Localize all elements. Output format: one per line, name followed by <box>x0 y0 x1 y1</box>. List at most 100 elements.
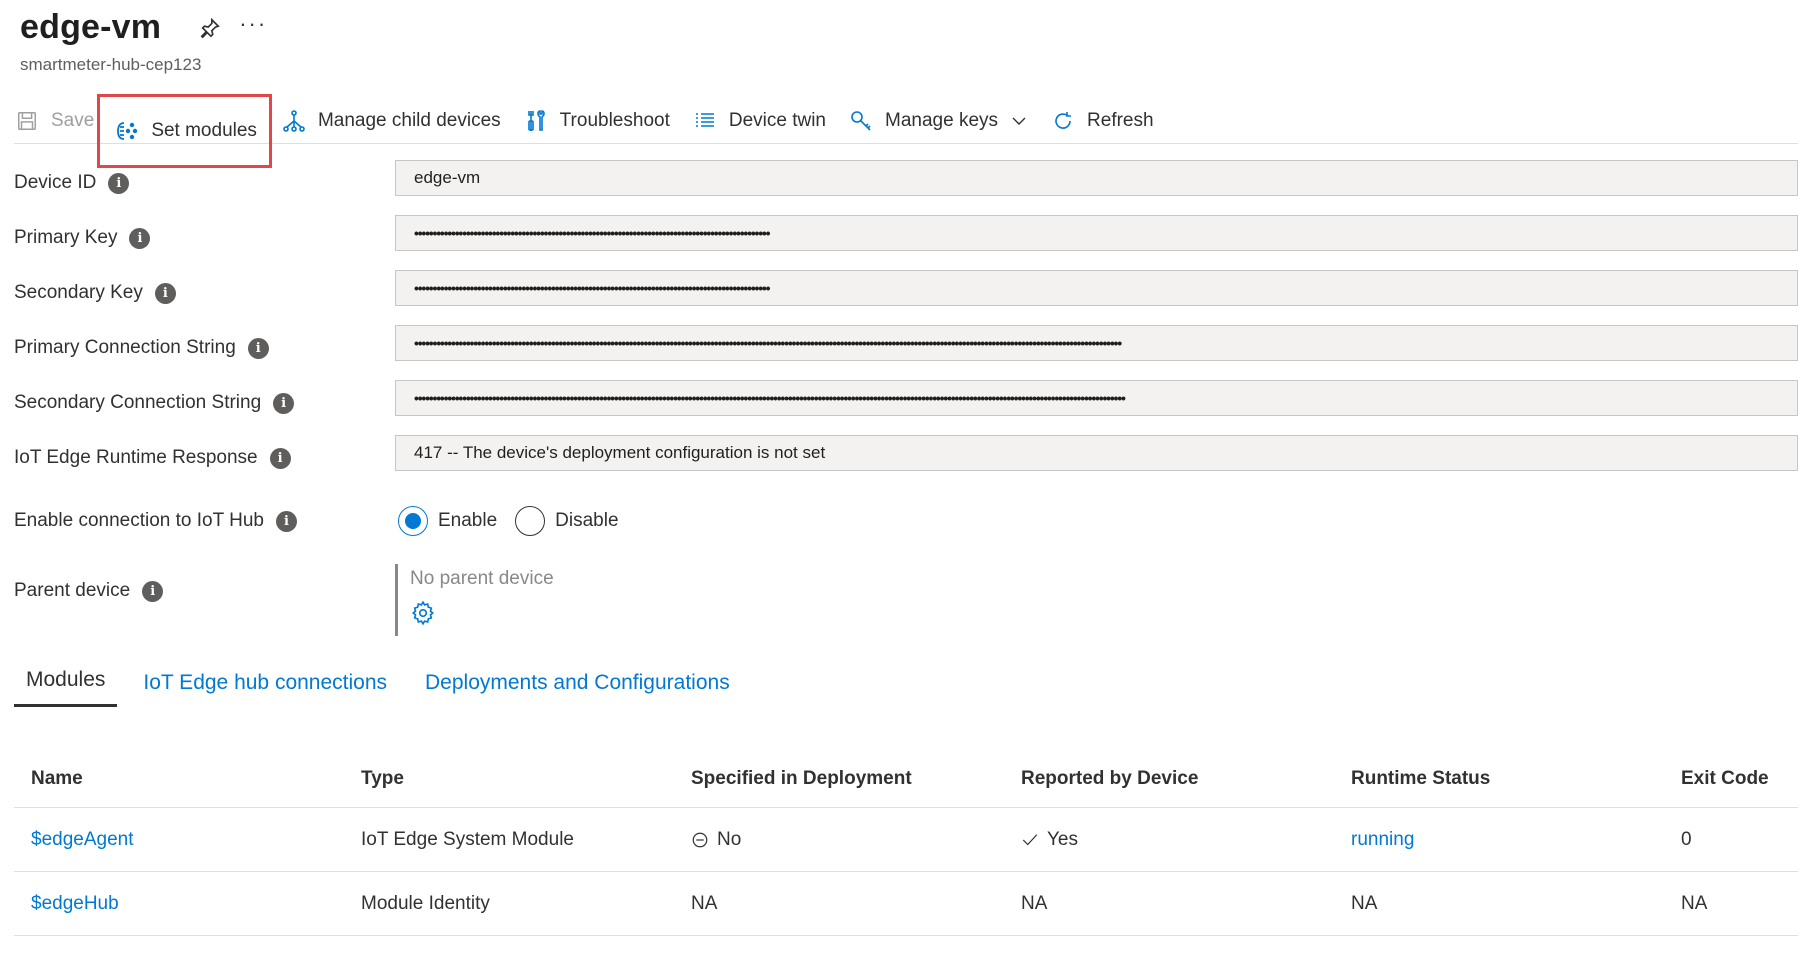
parent-device-box: No parent device <box>395 564 554 636</box>
secondary-connection-string-row: Secondary Connection String i •••••••••••… <box>14 380 1798 435</box>
manage-keys-button[interactable]: Manage keys <box>848 101 1028 141</box>
runtime-response-field[interactable]: 417 -- The device's deployment configura… <box>395 435 1798 471</box>
module-type: Module Identity <box>361 892 490 914</box>
tab-deployments-and-configurations[interactable]: Deployments and Configurations <box>413 671 742 707</box>
info-icon[interactable]: i <box>247 337 269 359</box>
enable-connection-radio-group: Enable Disable <box>398 506 637 536</box>
refresh-icon <box>1050 108 1076 134</box>
device-id-field[interactable]: edge-vm <box>395 160 1798 196</box>
device-id-label: Device ID i <box>14 172 130 194</box>
device-id-row: Device ID i edge-vm <box>14 160 1798 215</box>
column-header-name[interactable]: Name <box>14 768 344 790</box>
secondary-key-label: Secondary Key i <box>14 282 176 304</box>
refresh-button[interactable]: Refresh <box>1050 101 1154 141</box>
info-icon[interactable]: i <box>273 392 295 414</box>
specified-in-deployment: NA <box>691 892 718 914</box>
secondary-key-row: Secondary Key i •••••••••••••••••••••••••… <box>14 270 1798 325</box>
column-header-specified[interactable]: Specified in Deployment <box>674 768 1004 790</box>
key-icon <box>848 108 874 134</box>
primary-key-row: Primary Key i •••••••••••••••••••••••••••… <box>14 215 1798 270</box>
gear-icon[interactable] <box>410 600 438 628</box>
manage-keys-label: Manage keys <box>885 109 999 131</box>
info-icon[interactable]: i <box>269 447 291 469</box>
info-icon[interactable]: i <box>154 282 176 304</box>
module-type: IoT Edge System Module <box>361 828 574 850</box>
secondary-key-label-text: Secondary Key <box>14 282 143 303</box>
table-row: $edgeAgent IoT Edge System Module No Yes… <box>14 808 1798 872</box>
secondary-connection-string-label-text: Secondary Connection String <box>14 392 262 413</box>
enable-connection-label-text: Enable connection to IoT Hub <box>14 510 264 531</box>
module-name-link[interactable]: $edgeAgent <box>14 829 344 851</box>
exit-code: 0 <box>1681 828 1692 850</box>
table-header: Name Type Specified in Deployment Report… <box>14 750 1798 808</box>
primary-key-field[interactable]: ••••••••••••••••••••••••••••••••••••••••… <box>395 215 1798 251</box>
disable-radio-label: Disable <box>555 510 619 531</box>
manage-child-devices-label: Manage child devices <box>317 109 501 131</box>
reported-value: Yes <box>1047 828 1078 850</box>
hierarchy-icon <box>281 108 307 134</box>
troubleshoot-button[interactable]: Troubleshoot <box>523 101 670 141</box>
primary-key-label-text: Primary Key <box>14 227 118 248</box>
save-icon <box>14 108 40 134</box>
minus-circle-icon <box>691 831 709 849</box>
set-modules-icon <box>114 118 140 144</box>
primary-connection-string-row: Primary Connection String i •••••••••••••… <box>14 325 1798 380</box>
runtime-status-link[interactable]: running <box>1334 829 1664 851</box>
secondary-connection-string-field[interactable]: ••••••••••••••••••••••••••••••••••••••••… <box>395 380 1798 416</box>
module-name-link[interactable]: $edgeHub <box>14 893 344 915</box>
set-modules-label: Set modules <box>151 119 257 141</box>
secondary-connection-string-label: Secondary Connection String i <box>14 392 295 414</box>
troubleshoot-label: Troubleshoot <box>559 109 670 131</box>
page-header: edge-vm ··· smartmeter-hub-cep123 <box>20 8 267 75</box>
parent-device-value: No parent device <box>410 568 554 589</box>
enable-connection-label: Enable connection to IoT Hub i <box>14 510 297 532</box>
tab-modules[interactable]: Modules <box>14 668 118 707</box>
tools-icon <box>523 108 549 134</box>
list-icon <box>692 108 718 134</box>
chevron-down-icon <box>1010 112 1028 130</box>
checkmark-icon <box>1021 831 1039 849</box>
secondary-key-field[interactable]: ••••••••••••••••••••••••••••••••••••••••… <box>395 270 1798 306</box>
tab-iot-edge-hub-connections[interactable]: IoT Edge hub connections <box>131 671 399 707</box>
reported-by-device: Yes <box>1004 829 1334 851</box>
save-label: Save <box>51 109 95 131</box>
column-header-reported[interactable]: Reported by Device <box>1004 768 1334 790</box>
device-twin-label: Device twin <box>728 109 827 131</box>
save-button[interactable]: Save <box>14 101 94 141</box>
column-header-runtime-status[interactable]: Runtime Status <box>1334 768 1664 790</box>
command-bar: Save Set modules Manage child devices Tr… <box>14 93 1798 168</box>
disable-radio[interactable]: Disable <box>515 506 619 536</box>
radio-unchecked-icon <box>515 506 546 536</box>
device-id-label-text: Device ID <box>14 172 97 193</box>
parent-device-label: Parent device i <box>14 580 164 602</box>
exit-code: NA <box>1681 892 1708 914</box>
info-icon[interactable]: i <box>276 510 297 532</box>
enable-radio[interactable]: Enable <box>398 506 497 536</box>
manage-child-devices-button[interactable]: Manage child devices <box>281 101 501 141</box>
primary-key-label: Primary Key i <box>14 227 151 249</box>
modules-table: Name Type Specified in Deployment Report… <box>14 750 1798 936</box>
info-icon[interactable]: i <box>108 172 130 194</box>
runtime-response-label: IoT Edge Runtime Response i <box>14 447 291 469</box>
enable-connection-row: Enable connection to IoT Hub i Enable Dis… <box>14 490 1798 560</box>
parent-device-row: Parent device i No parent device <box>14 560 1798 660</box>
refresh-label: Refresh <box>1087 109 1154 131</box>
table-row: $edgeHub Module Identity NA NA NA NA <box>14 872 1798 936</box>
runtime-response-row: IoT Edge Runtime Response i 417 -- The de… <box>14 435 1798 490</box>
device-details-form: Device ID i edge-vm Primary Key i ••••••••… <box>14 160 1798 660</box>
parent-device-label-text: Parent device <box>14 580 131 601</box>
info-icon[interactable]: i <box>142 580 164 602</box>
column-header-type[interactable]: Type <box>344 768 674 790</box>
primary-connection-string-field[interactable]: ••••••••••••••••••••••••••••••••••••••••… <box>395 325 1798 361</box>
primary-connection-string-label: Primary Connection String i <box>14 337 269 359</box>
more-options-icon[interactable]: ··· <box>239 11 267 37</box>
column-header-exit-code[interactable]: Exit Code <box>1664 768 1798 790</box>
set-modules-button[interactable]: Set modules <box>97 93 272 168</box>
pin-icon[interactable] <box>197 15 223 41</box>
specified-value: No <box>717 828 742 850</box>
primary-connection-string-label-text: Primary Connection String <box>14 337 236 358</box>
page-subtitle: smartmeter-hub-cep123 <box>20 55 202 74</box>
device-twin-button[interactable]: Device twin <box>692 101 826 141</box>
info-icon[interactable]: i <box>129 227 151 249</box>
enable-radio-label: Enable <box>438 510 498 531</box>
